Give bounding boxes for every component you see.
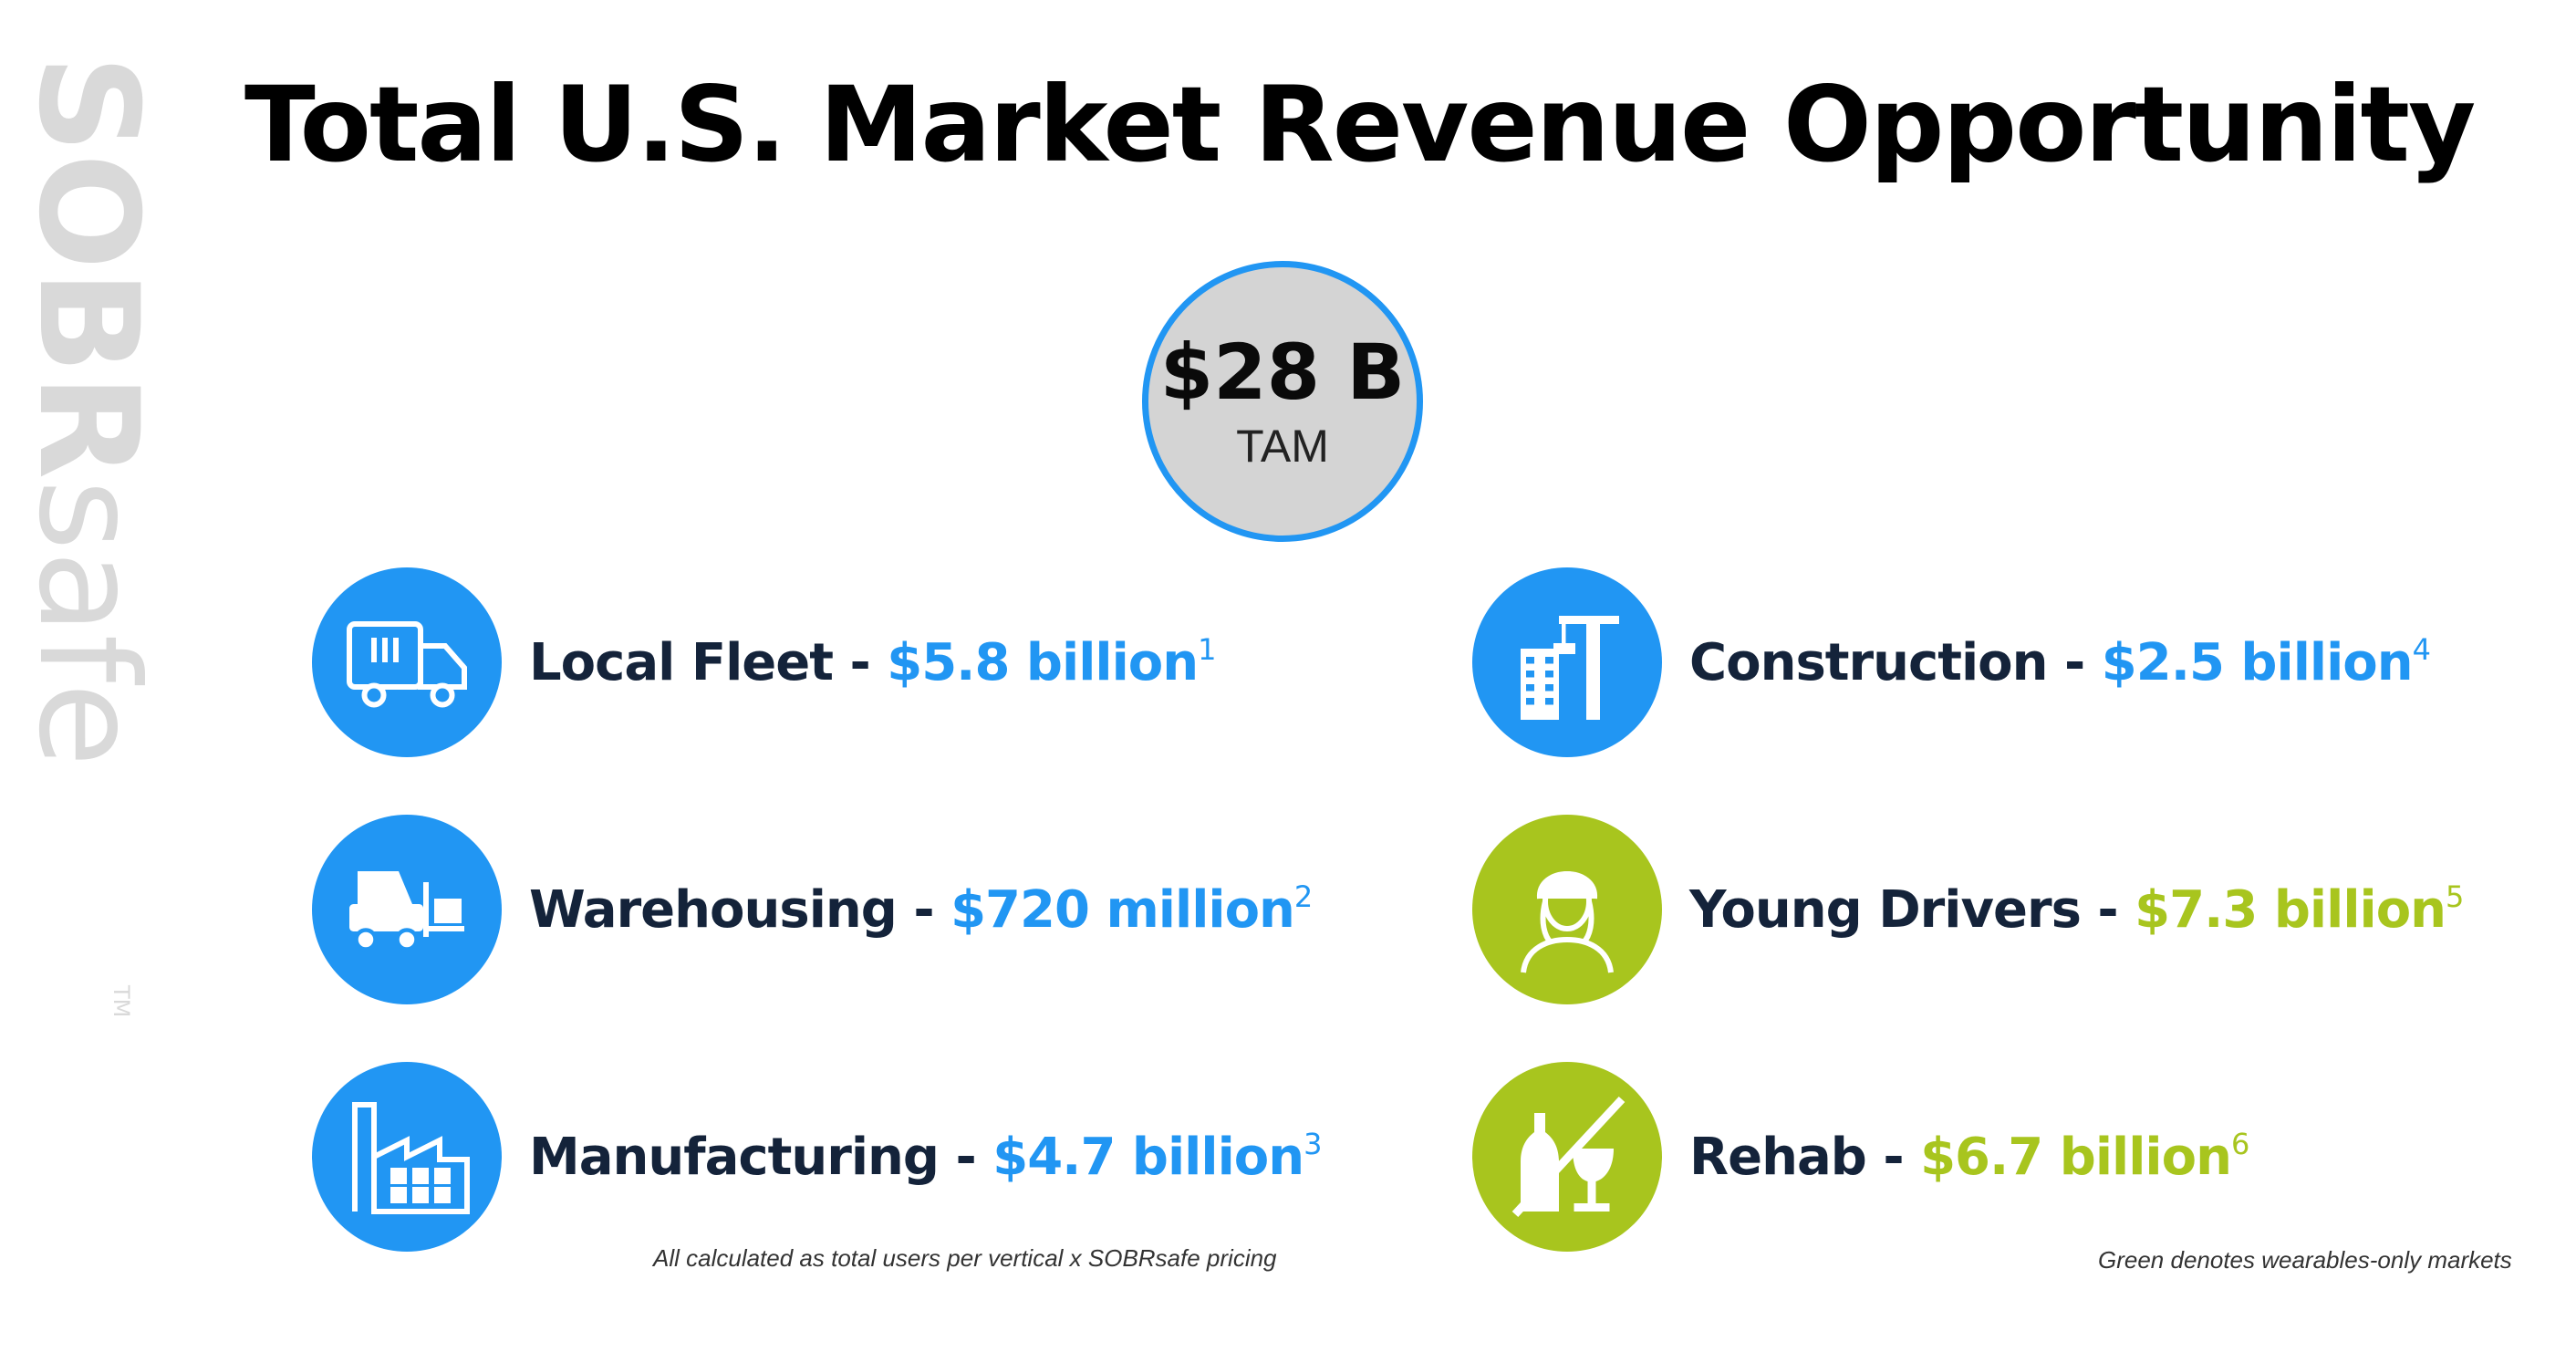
market-label: Manufacturing - $4.7 billion3 xyxy=(529,1127,1322,1187)
tam-label: TAM xyxy=(1236,421,1329,472)
market-label: Rehab - $6.7 billion6 xyxy=(1689,1127,2249,1187)
market-local-fleet: Local Fleet - $5.8 billion1 xyxy=(312,567,1217,757)
delivery-truck-icon xyxy=(312,567,502,757)
market-rehab: Rehab - $6.7 billion6 xyxy=(1472,1062,2249,1252)
page-title: Total U.S. Market Revenue Opportunity xyxy=(244,64,2476,185)
market-manufacturing: Manufacturing - $4.7 billion3 xyxy=(312,1062,1322,1252)
factory-icon xyxy=(312,1062,502,1252)
market-warehousing: Warehousing - $720 million2 xyxy=(312,815,1313,1004)
market-construction: Construction - $2.5 billion4 xyxy=(1472,567,2431,757)
market-young-drivers: Young Drivers - $7.3 billion5 xyxy=(1472,815,2464,1004)
tam-circle: $28 B TAM xyxy=(1142,261,1423,542)
market-label: Local Fleet - $5.8 billion1 xyxy=(529,632,1217,692)
young-person-icon xyxy=(1472,815,1662,1004)
market-label: Young Drivers - $7.3 billion5 xyxy=(1689,879,2464,940)
no-alcohol-icon xyxy=(1472,1062,1662,1252)
market-label: Warehousing - $720 million2 xyxy=(529,879,1313,940)
svg-text:TM: TM xyxy=(109,984,134,1017)
tam-value: $28 B xyxy=(1159,328,1406,417)
forklift-icon xyxy=(312,815,502,1004)
brand-logo: SOBRsafe TM xyxy=(0,36,173,1022)
green-legend-note: Green denotes wearables-only markets xyxy=(2098,1246,2512,1274)
svg-text:SOBRsafe: SOBRsafe xyxy=(8,55,167,767)
crane-building-icon xyxy=(1472,567,1662,757)
market-label: Construction - $2.5 billion4 xyxy=(1689,632,2431,692)
calculation-note: All calculated as total users per vertic… xyxy=(653,1244,1277,1272)
